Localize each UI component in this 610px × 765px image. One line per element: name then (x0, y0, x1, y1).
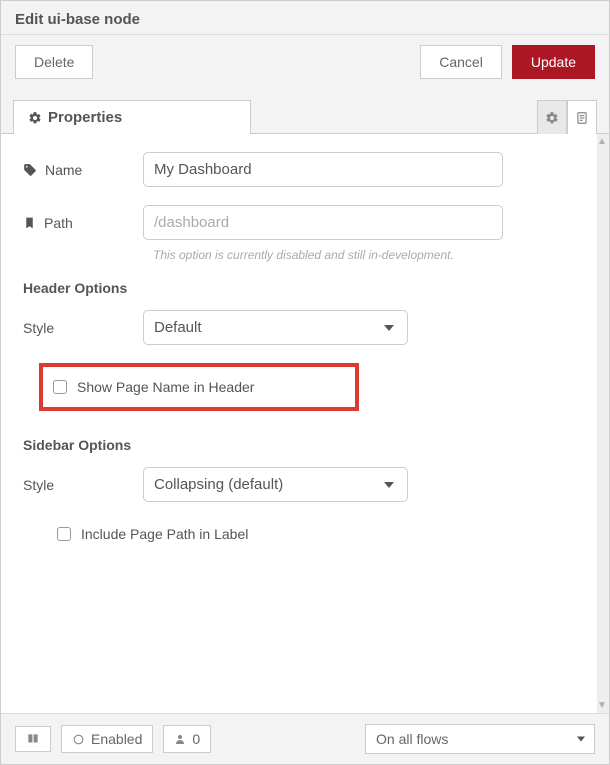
include-path-label: Include Page Path in Label (81, 526, 248, 542)
edit-dialog: Edit ui-base node Delete Cancel Update P… (0, 0, 610, 765)
name-input[interactable] (143, 152, 503, 187)
tag-icon (23, 163, 37, 177)
scroll-up-arrow[interactable]: ▲ (597, 136, 607, 147)
user-icon (174, 733, 186, 745)
enabled-label: Enabled (91, 731, 142, 747)
delete-button[interactable]: Delete (15, 45, 93, 79)
sidebar-style-select[interactable]: Collapsing (default) (143, 467, 408, 502)
dialog-actions: Delete Cancel Update (1, 35, 609, 99)
node-settings-button[interactable] (537, 100, 567, 134)
book-icon (26, 732, 40, 746)
include-path-row[interactable]: Include Page Path in Label (51, 520, 575, 548)
show-page-name-label: Show Page Name in Header (77, 379, 254, 395)
users-indicator[interactable]: 0 (163, 725, 211, 753)
sidebar-style-label: Style (23, 477, 54, 493)
document-icon (575, 111, 589, 125)
scroll-down-arrow[interactable]: ▼ (597, 700, 607, 711)
header-options-heading: Header Options (23, 280, 575, 296)
gear-icon (545, 111, 559, 125)
include-path-checkbox[interactable] (57, 527, 71, 541)
node-docs-button[interactable] (567, 100, 597, 134)
header-style-row: Style Default (23, 310, 575, 345)
scope-select[interactable]: On all flows (365, 724, 595, 754)
form-panel: ▲ ▼ Name Path (1, 134, 609, 713)
cancel-button[interactable]: Cancel (420, 45, 502, 79)
show-page-name-row[interactable]: Show Page Name in Header (39, 363, 359, 411)
user-count: 0 (192, 731, 200, 747)
tab-row: Properties (1, 99, 609, 134)
gear-icon (28, 111, 42, 125)
update-button[interactable]: Update (512, 45, 595, 79)
sidebar-options-heading: Sidebar Options (23, 437, 575, 453)
tab-properties[interactable]: Properties (13, 100, 251, 134)
path-hint: This option is currently disabled and st… (153, 248, 575, 262)
header-style-select[interactable]: Default (143, 310, 408, 345)
tab-label: Properties (48, 109, 122, 126)
dialog-title: Edit ui-base node (1, 1, 609, 35)
path-row: Path (23, 205, 575, 240)
path-label: Path (44, 215, 73, 231)
circle-icon (72, 733, 85, 746)
bookmark-icon (23, 216, 36, 230)
name-row: Name (23, 152, 575, 187)
dialog-footer: Enabled 0 On all flows (1, 713, 609, 764)
path-input (143, 205, 503, 240)
docs-button[interactable] (15, 726, 51, 752)
sidebar-style-row: Style Collapsing (default) (23, 467, 575, 502)
enabled-toggle[interactable]: Enabled (61, 725, 153, 753)
name-label: Name (45, 162, 82, 178)
show-page-name-checkbox[interactable] (53, 380, 67, 394)
header-style-label: Style (23, 320, 54, 336)
